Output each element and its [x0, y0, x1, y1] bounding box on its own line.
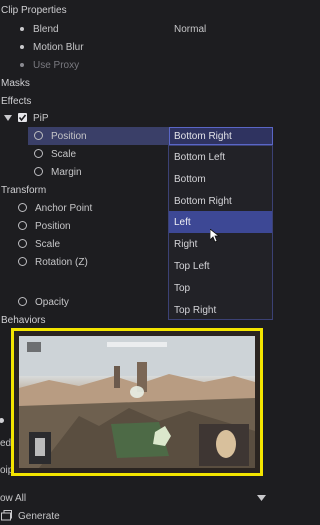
transform-label: Transform: [1, 184, 47, 196]
use-proxy-row[interactable]: Use Proxy: [0, 56, 273, 74]
game-scene-image: [19, 336, 255, 468]
motion-blur-label: Motion Blur: [33, 41, 84, 53]
generate-icon: [1, 510, 12, 521]
transform-scale-label: Scale: [35, 238, 61, 250]
effects-header[interactable]: Effects: [0, 92, 273, 110]
menu-item-bottom-left[interactable]: Bottom Left: [169, 146, 272, 168]
mouse-cursor-icon: [210, 229, 220, 243]
radio-icon[interactable]: [18, 221, 27, 230]
bullet-icon: [20, 45, 24, 49]
menu-item-top-left[interactable]: Top Left: [169, 255, 272, 277]
menu-item-bottom[interactable]: Bottom: [169, 168, 272, 190]
radio-icon[interactable]: [34, 149, 43, 158]
masks-label: Masks: [1, 77, 30, 89]
effects-label: Effects: [1, 95, 32, 107]
radio-icon[interactable]: [34, 131, 43, 140]
bullet-icon: [0, 418, 4, 423]
blend-value[interactable]: Normal: [174, 24, 206, 35]
pip-scale-label: Scale: [51, 148, 77, 160]
bullet-icon: [20, 27, 24, 31]
pip-label: PiP: [33, 112, 49, 124]
bullet-icon: [20, 63, 24, 67]
menu-item-top-right[interactable]: Top Right: [169, 299, 272, 321]
radio-icon[interactable]: [18, 203, 27, 212]
radio-icon[interactable]: [18, 257, 27, 266]
position-dropdown[interactable]: Bottom Right: [169, 127, 273, 145]
check-icon: [18, 114, 27, 122]
menu-item-left[interactable]: Left: [169, 211, 272, 233]
blend-label: Blend: [33, 23, 59, 35]
menu-item-right[interactable]: Right: [169, 233, 272, 255]
chevron-down-icon[interactable]: [4, 114, 12, 122]
game-preview-thumbnail: [19, 336, 255, 468]
show-all-label: ow All: [0, 492, 27, 504]
menu-item-bottom-right[interactable]: Bottom Right: [169, 190, 272, 212]
generate-row[interactable]: Generate: [0, 507, 273, 525]
motion-blur-row[interactable]: Motion Blur: [0, 38, 273, 56]
anchor-point-label: Anchor Point: [35, 202, 93, 214]
show-all-row[interactable]: ow All: [0, 489, 273, 507]
pip-row[interactable]: PiP: [0, 109, 273, 127]
video-preview-frame[interactable]: [11, 328, 263, 476]
masks-header[interactable]: Masks: [0, 74, 273, 92]
radio-icon[interactable]: [18, 297, 27, 306]
rotation-label: Rotation (Z): [35, 256, 88, 268]
clip-properties-header[interactable]: Clip Properties: [0, 1, 273, 19]
behaviors-label: Behaviors: [1, 314, 46, 326]
blend-row[interactable]: Blend Normal: [0, 20, 273, 38]
pip-margin-label: Margin: [51, 166, 82, 178]
transform-position-label: Position: [35, 220, 71, 232]
radio-icon[interactable]: [34, 167, 43, 176]
partial-label-ed: ed: [0, 438, 12, 449]
chevron-down-icon[interactable]: [257, 495, 266, 501]
use-proxy-label: Use Proxy: [33, 59, 80, 71]
opacity-label: Opacity: [35, 296, 69, 308]
position-dropdown-menu: Bottom Left Bottom Bottom Right Left Rig…: [168, 145, 273, 320]
radio-icon[interactable]: [18, 239, 27, 248]
checkbox[interactable]: [18, 113, 27, 122]
menu-item-top[interactable]: Top: [169, 277, 272, 299]
position-dropdown-value: Bottom Right: [174, 131, 232, 142]
pip-position-label: Position: [51, 130, 87, 142]
clip-properties-label: Clip Properties: [1, 4, 67, 16]
